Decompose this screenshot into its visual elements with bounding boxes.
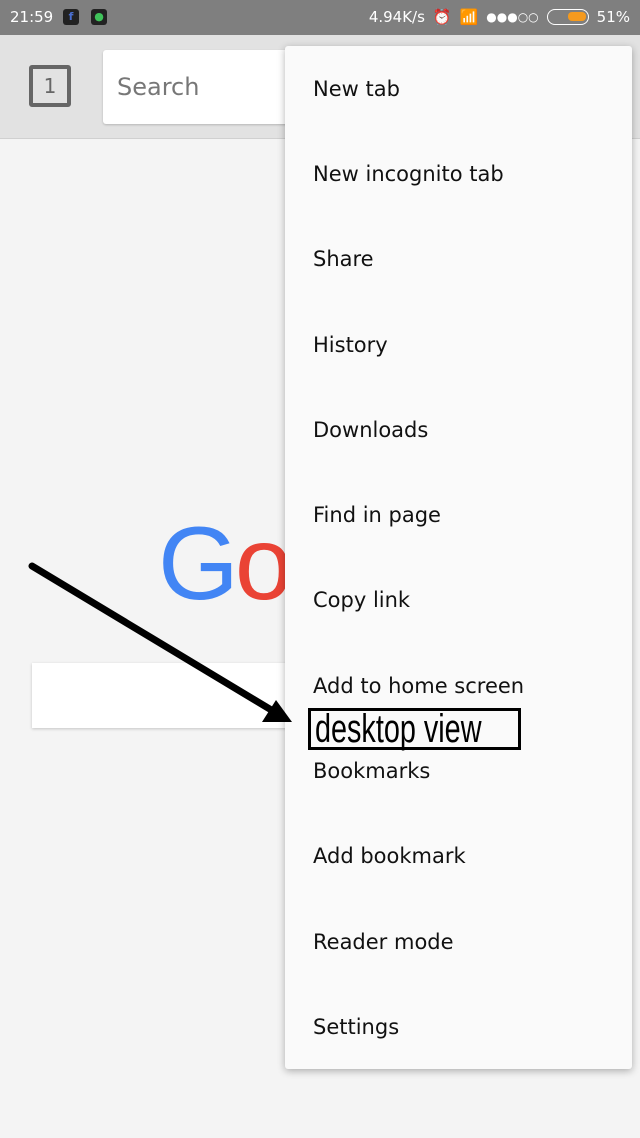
annotation-arrow [28,562,292,722]
desktop-view-annotation: desktop view [308,707,521,751]
annotation-label: desktop view [315,707,482,751]
